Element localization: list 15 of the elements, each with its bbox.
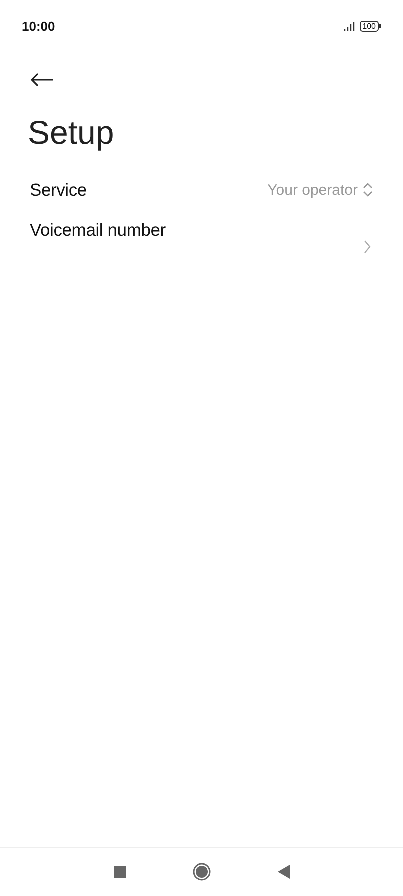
settings-row[interactable]: Service Your operator	[0, 160, 403, 220]
up-down-chevron-icon	[363, 182, 373, 198]
row-label: Service	[30, 180, 87, 200]
back-nav-button[interactable]	[278, 865, 290, 879]
signal-icon	[344, 22, 356, 30]
page-title: Setup	[28, 113, 114, 153]
settings-row[interactable]: Voicemail number	[0, 220, 403, 280]
home-button[interactable]	[192, 863, 210, 881]
chevron-right-icon	[364, 240, 371, 254]
battery-icon: 100	[360, 20, 381, 32]
recents-button[interactable]	[114, 866, 126, 878]
row-label: Voicemail number	[30, 220, 166, 241]
row-value: Your operator	[268, 182, 358, 198]
status-time: 10:00	[22, 18, 56, 34]
back-button[interactable]	[30, 73, 54, 87]
